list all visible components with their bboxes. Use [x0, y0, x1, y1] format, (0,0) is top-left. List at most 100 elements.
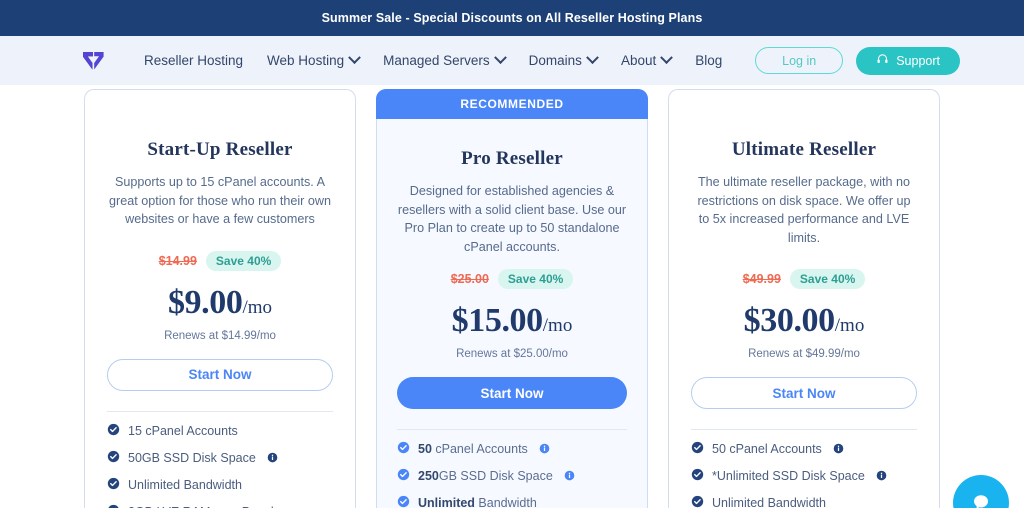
feature-label: *Unlimited SSD Disk Space — [712, 469, 865, 483]
list-item: 15 cPanel Accounts — [107, 423, 333, 439]
info-icon[interactable] — [564, 470, 575, 484]
save-badge: Save 40% — [205, 250, 282, 271]
plan-price: $30.00/mo — [691, 302, 917, 340]
check-circle-icon — [397, 495, 410, 508]
nav-item-managed-servers[interactable]: Managed Servers — [371, 51, 517, 68]
card-divider — [107, 410, 333, 412]
chevron-down-icon — [586, 51, 599, 65]
price-amount: $30.00 — [743, 302, 836, 339]
feature-label: 250GB SSD Disk Space — [418, 469, 553, 483]
info-icon[interactable] — [539, 443, 550, 457]
check-circle-icon — [691, 495, 704, 508]
feature-label: 50 cPanel Accounts — [712, 442, 822, 456]
info-icon[interactable] — [267, 452, 278, 466]
support-button[interactable]: Support — [856, 46, 960, 75]
nav-item-web-hosting[interactable]: Web Hosting — [255, 51, 371, 68]
recommended-badge: RECOMMENDED — [376, 89, 648, 119]
price-period: /mo — [242, 296, 273, 318]
feature-label-rest: GB SSD Disk Space — [438, 469, 553, 483]
support-button-label: Support — [896, 53, 940, 68]
feature-label: Unlimited Bandwidth — [418, 496, 537, 508]
renewal-note: Renews at $49.99/mo — [748, 348, 860, 360]
check-circle-icon — [397, 441, 410, 457]
plan-card-ultimate-reseller: Ultimate Reseller The ultimate reseller … — [668, 89, 940, 508]
start-now-button[interactable]: Start Now — [107, 358, 333, 391]
start-now-button[interactable]: Start Now — [691, 377, 917, 409]
original-price: $49.99 — [742, 272, 781, 286]
feature-label-rest: cPanel Accounts — [431, 442, 528, 456]
original-price: $14.99 — [158, 253, 197, 268]
feature-label: Unlimited Bandwidth — [128, 477, 242, 492]
nav-item-label: Reseller Hosting — [144, 53, 244, 68]
original-price: $25.00 — [450, 272, 489, 286]
feature-label: 15 cPanel Accounts — [128, 423, 238, 438]
nav-item-label: Managed Servers — [383, 53, 490, 68]
nav-item-reseller-hosting[interactable]: Reseller Hosting — [144, 53, 255, 68]
headset-icon — [876, 53, 889, 69]
info-icon[interactable] — [876, 470, 887, 484]
price-discount-row: $25.00 Save 40% — [397, 269, 627, 289]
chevron-down-icon — [493, 51, 507, 65]
price-period: /mo — [542, 315, 573, 336]
plan-card-pro-reseller: RECOMMENDED Pro Reseller Designed for es… — [376, 89, 648, 508]
plan-title: Pro Reseller — [461, 148, 563, 169]
save-badge: Save 40% — [789, 269, 866, 289]
feature-label: 50GB SSD Disk Space — [128, 450, 256, 465]
feature-label: Unlimited Bandwidth — [712, 496, 826, 508]
list-item: 2GB LVE RAM per cPanel — [107, 504, 333, 508]
renewal-note: Renews at $14.99/mo — [164, 329, 276, 342]
feature-list: 50 cPanel Accounts *Unlimited SSD Disk S… — [691, 441, 917, 508]
price-discount-row: $49.99 Save 40% — [691, 269, 917, 289]
check-circle-icon — [107, 504, 120, 508]
plan-description: Designed for established agencies & rese… — [397, 184, 627, 254]
check-circle-icon — [691, 468, 704, 484]
card-divider — [691, 429, 917, 430]
feature-label-emphasis: 50 — [418, 442, 432, 456]
start-now-button[interactable]: Start Now — [397, 377, 627, 409]
feature-label-emphasis: 250 — [418, 469, 439, 483]
renewal-note: Renews at $25.00/mo — [456, 348, 568, 360]
price-amount: $9.00 — [167, 283, 243, 321]
check-circle-icon — [397, 468, 410, 484]
list-item: Unlimited Bandwidth — [107, 477, 333, 493]
nav-item-label: About — [620, 53, 657, 68]
list-item: *Unlimited SSD Disk Space — [691, 468, 917, 484]
start-now-button-label: Start Now — [772, 385, 836, 401]
nav-item-about[interactable]: About — [609, 51, 683, 68]
feature-label-emphasis: Unlimited — [418, 496, 475, 508]
info-icon[interactable] — [833, 443, 844, 457]
promo-banner-text: Summer Sale - Special Discounts on All R… — [321, 11, 703, 25]
feature-label: 2GB LVE RAM per cPanel — [128, 505, 274, 508]
login-button[interactable]: Log in — [755, 47, 844, 74]
feature-label: 50 cPanel Accounts — [418, 442, 528, 456]
list-item: 250GB SSD Disk Space — [397, 468, 627, 484]
nav-item-blog[interactable]: Blog — [683, 53, 734, 68]
plan-description: The ultimate reseller package, with no r… — [697, 175, 911, 245]
nav-item-label: Web Hosting — [267, 53, 345, 68]
header-actions: Log in Support — [755, 46, 960, 75]
card-divider — [397, 429, 627, 430]
chevron-down-icon — [348, 51, 361, 65]
nav-item-label: Blog — [695, 53, 723, 68]
check-circle-icon — [107, 450, 120, 466]
nav-item-label: Domains — [528, 53, 582, 68]
list-item: 50GB SSD Disk Space — [107, 450, 333, 466]
list-item: Unlimited Bandwidth — [691, 495, 917, 508]
price-amount: $15.00 — [451, 302, 544, 339]
check-circle-icon — [691, 441, 704, 457]
main-navigation: Reseller Hosting Web Hosting Managed Ser… — [144, 51, 734, 68]
chat-bubble-icon — [969, 490, 993, 508]
chat-widget-button[interactable] — [953, 475, 1009, 508]
save-badge: Save 40% — [497, 269, 574, 289]
list-item: 50 cPanel Accounts — [691, 441, 917, 457]
feature-list: 15 cPanel Accounts 50GB SSD Disk Space U… — [107, 423, 333, 508]
brand-logo-icon[interactable] — [78, 46, 108, 76]
feature-list: 50 cPanel Accounts 250GB SSD Disk Space — [397, 441, 627, 508]
plan-description: Supports up to 15 cPanel accounts. A gre… — [109, 175, 331, 226]
feature-label-rest: Bandwidth — [474, 496, 537, 508]
nav-item-domains[interactable]: Domains — [517, 51, 609, 68]
pricing-plans-section: Start-Up Reseller Supports up to 15 cPan… — [0, 85, 1024, 508]
login-button-label: Log in — [782, 53, 817, 68]
price-period: /mo — [834, 315, 865, 336]
plan-price: $9.00/mo — [107, 284, 333, 322]
